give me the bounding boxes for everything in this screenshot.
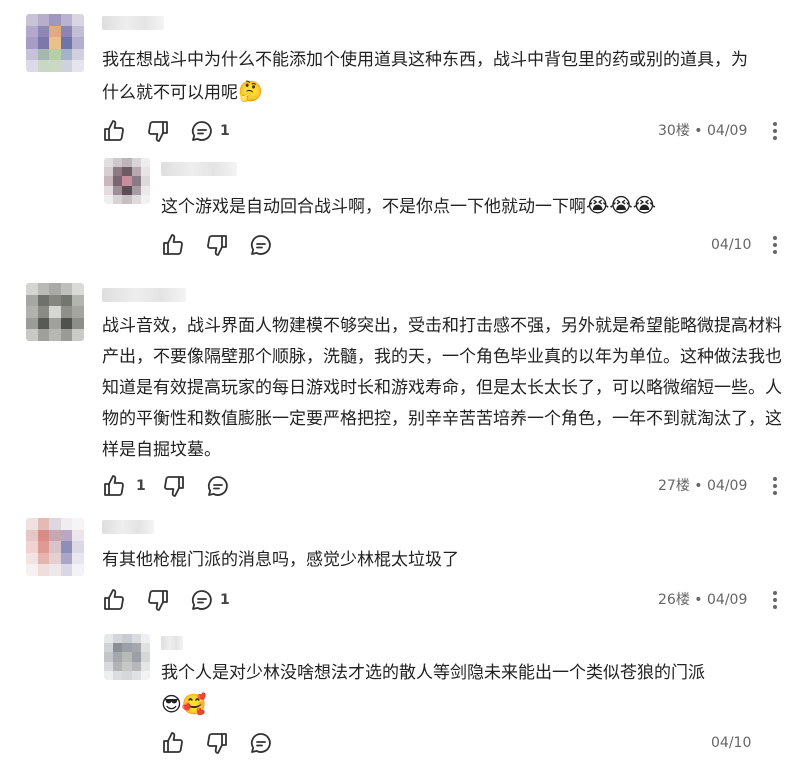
comment-text: 有其他枪棍门派的消息吗，感觉少林棍太垃圾了: [102, 550, 459, 570]
floor-number: 30楼: [658, 123, 690, 139]
comment-text: 我个人是对少林没啥想法才选的散人等剑隐未来能出一个类似苍狼的门派 😎🥰: [161, 663, 705, 716]
dislike-button[interactable]: [146, 119, 170, 143]
avatar[interactable]: [104, 634, 150, 680]
thumbs-up-icon: [163, 732, 183, 753]
more-vertical-icon: [773, 236, 777, 254]
comment-actions: [161, 731, 285, 755]
thumbs-down-icon: [148, 590, 168, 611]
comment-meta: 26楼 • 04/09: [658, 588, 747, 612]
thumbs-up-icon: [163, 234, 183, 255]
like-count: 1: [136, 478, 146, 494]
like-button[interactable]: [161, 233, 185, 257]
reply-count: 1: [220, 123, 230, 139]
username[interactable]: [161, 636, 183, 650]
comment-actions: 1: [102, 588, 242, 612]
thumbs-down-icon: [148, 121, 168, 142]
username[interactable]: [102, 16, 164, 30]
comment-bubble-icon: [207, 476, 228, 496]
comment-bubble-icon: [250, 235, 271, 255]
comment-date: 04/09: [707, 123, 748, 139]
avatar[interactable]: [26, 283, 84, 341]
like-button[interactable]: [102, 588, 126, 612]
comment-bubble-icon: [191, 590, 212, 610]
reply-button[interactable]: [206, 474, 230, 498]
thumbs-up-icon: [104, 589, 124, 610]
reply-button[interactable]: [249, 731, 273, 755]
more-options-button[interactable]: [765, 474, 785, 498]
more-vertical-icon: [773, 477, 777, 495]
comment-text: 战斗音效，战斗界面人物建模不够突出，受击和打击感不强，另外就是希望能略微提高材料…: [102, 316, 782, 460]
comment-meta: 04/10: [711, 731, 751, 755]
more-options-button[interactable]: [765, 588, 785, 612]
comment-actions: 1: [102, 119, 242, 143]
sunglasses-emoji: 😎🥰: [161, 692, 207, 716]
like-button[interactable]: [102, 119, 126, 143]
comment-date: 04/09: [707, 592, 748, 608]
like-button[interactable]: [161, 731, 185, 755]
meta-dot: •: [694, 478, 703, 494]
avatar[interactable]: [26, 14, 84, 72]
reply-button[interactable]: 1: [190, 588, 230, 612]
floor-number: 27楼: [658, 478, 690, 494]
comment-date: 04/10: [711, 735, 752, 751]
thumbs-up-icon: [104, 120, 124, 141]
username[interactable]: [102, 288, 186, 302]
more-options-button[interactable]: [765, 119, 785, 143]
reply-button[interactable]: [249, 233, 273, 257]
thinking-emoji: 🤔: [238, 79, 263, 103]
more-vertical-icon: [773, 122, 777, 140]
comment-actions: [161, 233, 285, 257]
dislike-button[interactable]: [146, 588, 170, 612]
username[interactable]: [161, 162, 237, 176]
comment-meta: 04/10: [711, 233, 751, 257]
thumbs-down-icon: [207, 733, 227, 754]
comment-text: 我在想战斗中为什么不能添加个使用道具这种东西，战斗中背包里的药或别的道具，为什么…: [102, 50, 748, 103]
comment-meta: 27楼 • 04/09: [658, 474, 747, 498]
thumbs-down-icon: [163, 476, 184, 497]
like-button[interactable]: 1: [102, 474, 146, 498]
comment-bubble-icon: [250, 733, 271, 753]
floor-number: 26楼: [658, 592, 690, 608]
avatar[interactable]: [26, 518, 84, 576]
username[interactable]: [102, 520, 154, 534]
comment-bubble-icon: [191, 121, 212, 141]
dislike-button[interactable]: [205, 233, 229, 257]
crying-emoji: 😭😭😭: [586, 193, 657, 217]
dislike-button[interactable]: [162, 474, 186, 498]
meta-dot: •: [694, 592, 703, 608]
comment-text: 这个游戏是自动回合战斗啊，不是你点一下他就动一下啊😭😭😭: [161, 193, 657, 217]
comment-date: 04/09: [707, 478, 748, 494]
more-vertical-icon: [773, 591, 777, 609]
comment-actions: 1: [102, 474, 242, 498]
comment-date: 04/10: [711, 237, 752, 253]
more-options-button[interactable]: [765, 233, 785, 257]
dislike-button[interactable]: [205, 731, 229, 755]
reply-button[interactable]: 1: [190, 119, 230, 143]
thumbs-up-icon: [104, 475, 124, 496]
thumbs-down-icon: [207, 235, 227, 256]
reply-count: 1: [220, 592, 230, 608]
meta-dot: •: [694, 123, 703, 139]
comment-meta: 30楼 • 04/09: [658, 119, 747, 143]
avatar[interactable]: [104, 158, 150, 204]
